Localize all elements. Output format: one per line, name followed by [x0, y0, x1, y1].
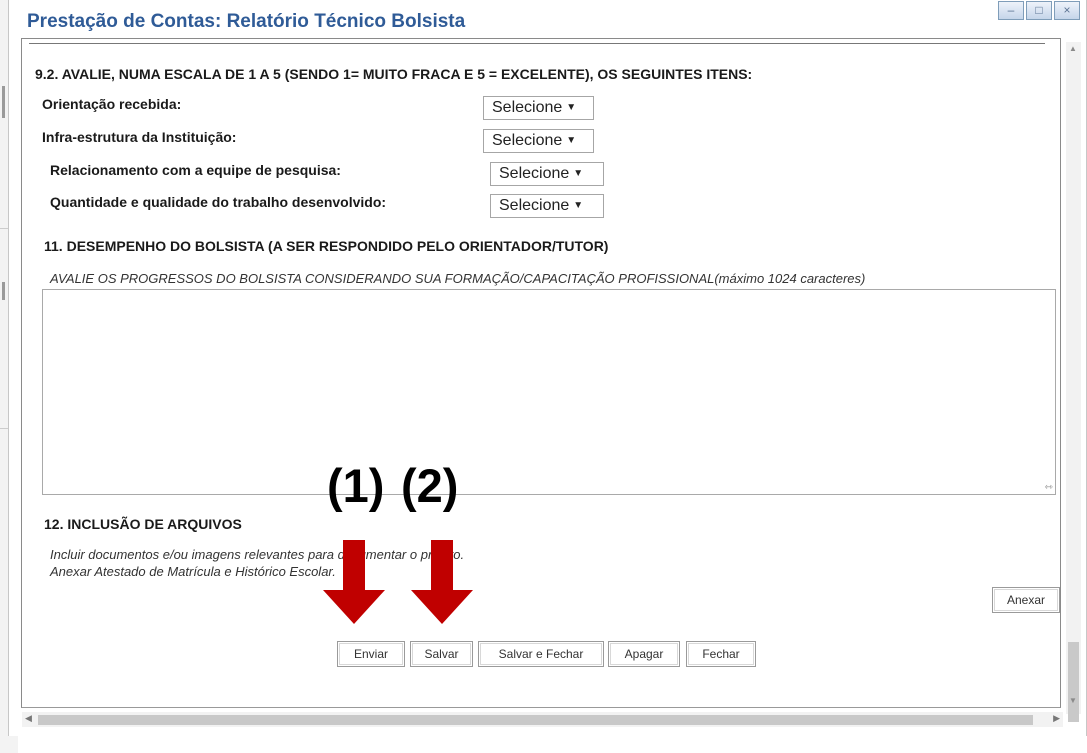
vertical-scrollbar[interactable]: ▲ ▼ — [1066, 42, 1081, 722]
resize-grip-icon[interactable]: ⇿ — [1045, 482, 1053, 493]
section-11-instruction: AVALIE OS PROGRESSOS DO BOLSISTA CONSIDE… — [50, 271, 866, 286]
horizontal-scroll-thumb[interactable] — [38, 715, 1033, 725]
salvar-e-fechar-button[interactable]: Salvar e Fechar — [478, 641, 604, 667]
rating-select-relacionamento[interactable]: Selecione ▼ — [490, 162, 604, 186]
select-value: Selecione — [499, 197, 570, 214]
section-11-heading: 11. DESEMPENHO DO BOLSISTA (A SER RESPON… — [44, 238, 609, 254]
maximize-icon[interactable]: □ — [1026, 1, 1052, 20]
annotation-label-1: (1) — [327, 459, 385, 512]
vertical-scroll-thumb[interactable] — [1068, 642, 1079, 722]
previous-section-edge — [29, 40, 1045, 44]
rating-select-orientacao[interactable]: Selecione ▼ — [483, 96, 594, 120]
scroll-left-icon[interactable]: ◀ — [25, 713, 32, 724]
rating-label-infra: Infra-estrutura da Instituição: — [42, 129, 237, 145]
background-divider — [0, 428, 8, 429]
window-controls: – □ × — [996, 1, 1080, 20]
rating-label-orientacao: Orientação recebida: — [42, 96, 182, 112]
annotation-arrow-2 — [411, 540, 473, 624]
close-icon[interactable]: × — [1054, 1, 1080, 20]
select-value: Selecione — [492, 132, 563, 149]
select-value: Selecione — [492, 99, 563, 116]
rating-label-relacionamento: Relacionamento com a equipe de pesquisa: — [50, 162, 341, 178]
fechar-button[interactable]: Fechar — [686, 641, 756, 667]
rating-select-infra[interactable]: Selecione ▼ — [483, 129, 594, 153]
horizontal-scrollbar[interactable]: ◀ ▶ — [22, 712, 1063, 727]
section-12-line2: Anexar Atestado de Matrícula e Histórico… — [50, 564, 336, 579]
select-value: Selecione — [499, 165, 570, 182]
anexar-button[interactable]: Anexar — [992, 587, 1060, 613]
apagar-button[interactable]: Apagar — [608, 641, 680, 667]
section-9-2-heading: 9.2. AVALIE, NUMA ESCALA DE 1 A 5 (SENDO… — [35, 66, 753, 82]
background-mark — [2, 282, 5, 300]
minimize-icon[interactable]: – — [998, 1, 1024, 20]
annotation-arrow-1 — [323, 540, 385, 624]
rating-select-quantidade[interactable]: Selecione ▼ — [490, 194, 604, 218]
background-mark — [2, 86, 5, 118]
desempenho-textarea[interactable]: ⇿ — [42, 289, 1056, 495]
dropdown-caret-icon: ▼ — [566, 135, 577, 146]
background-divider — [0, 228, 8, 229]
dialog-title: Prestação de Contas: Relatório Técnico B… — [27, 11, 466, 32]
annotation-label-2: (2) — [401, 459, 459, 512]
enviar-button[interactable]: Enviar — [337, 641, 405, 667]
scroll-right-icon[interactable]: ▶ — [1053, 713, 1060, 724]
section-12-line1: Incluir documentos e/ou imagens relevant… — [50, 547, 465, 562]
dropdown-caret-icon: ▼ — [573, 200, 584, 211]
rating-label-quantidade: Quantidade e qualidade do trabalho desen… — [50, 194, 387, 210]
salvar-button[interactable]: Salvar — [410, 641, 473, 667]
scroll-down-icon[interactable]: ▼ — [1069, 696, 1077, 705]
dropdown-caret-icon: ▼ — [566, 102, 577, 113]
dropdown-caret-icon: ▼ — [573, 168, 584, 179]
section-12-heading: 12. INCLUSÃO DE ARQUIVOS — [44, 516, 242, 532]
scroll-up-icon[interactable]: ▲ — [1069, 44, 1077, 53]
title-bar[interactable]: Prestação de Contas: Relatório Técnico B… — [9, 0, 1086, 42]
